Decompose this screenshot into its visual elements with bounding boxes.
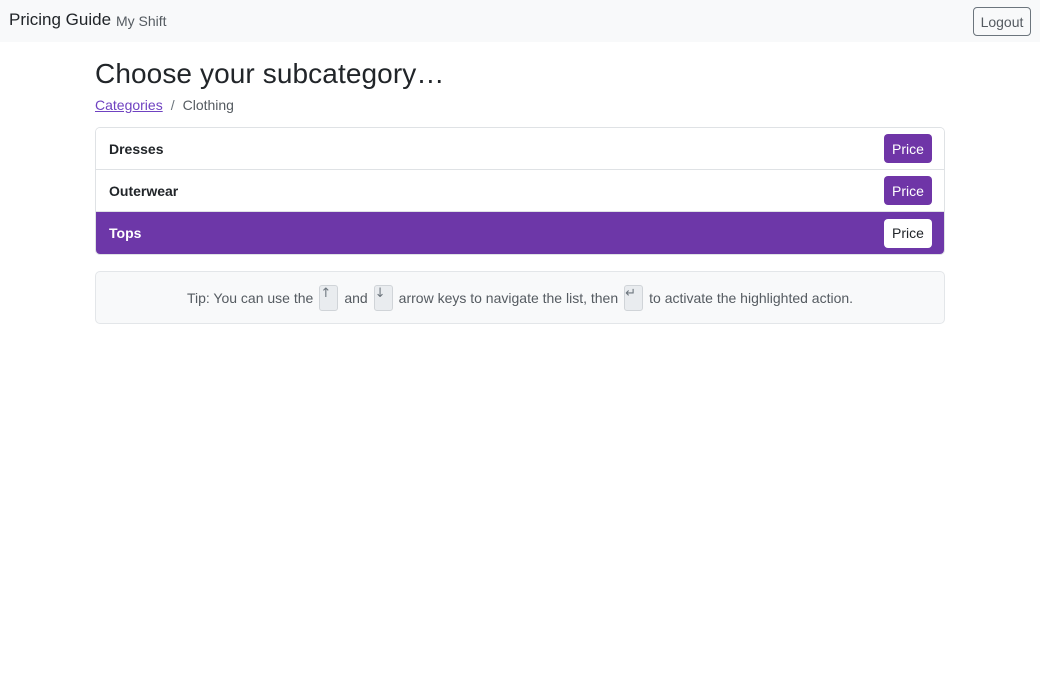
price-button-outerwear[interactable]: Price bbox=[884, 176, 932, 205]
keyboard-tip: Tip: You can use the ↑ and ↓ arrow keys … bbox=[95, 271, 945, 324]
list-item-label: Dresses bbox=[109, 140, 164, 157]
subcategory-list: Dresses Price Outerwear Price Tops Price bbox=[95, 127, 945, 255]
list-item-label: Outerwear bbox=[109, 182, 179, 199]
list-item-tops[interactable]: Tops Price bbox=[96, 212, 944, 254]
breadcrumb-separator: / bbox=[170, 97, 175, 113]
price-button-tops[interactable]: Price bbox=[884, 218, 932, 248]
arrow-down-key-icon: ↓ bbox=[373, 284, 393, 311]
brand-title[interactable]: Pricing Guide bbox=[9, 10, 111, 30]
arrow-up-key-icon: ↑ bbox=[319, 284, 339, 311]
price-button-dresses[interactable]: Price bbox=[884, 134, 932, 163]
breadcrumb-current: Clothing bbox=[182, 97, 234, 113]
logout-button[interactable]: Logout bbox=[973, 7, 1031, 36]
top-navbar: Pricing Guide My Shift Logout bbox=[0, 0, 1040, 42]
list-item-label: Tops bbox=[109, 225, 142, 241]
tip-text-2: and bbox=[344, 289, 368, 306]
list-item-dresses[interactable]: Dresses Price bbox=[96, 128, 944, 170]
nav-link-my-shift[interactable]: My Shift bbox=[116, 13, 167, 29]
breadcrumb-link-categories[interactable]: Categories bbox=[95, 97, 163, 113]
tip-text-4: to activate the highlighted action. bbox=[649, 289, 854, 306]
tip-text-3: arrow keys to navigate the list, then bbox=[398, 289, 619, 306]
tip-text-1: Tip: You can use the bbox=[186, 289, 314, 306]
enter-key-icon: ↵ bbox=[624, 284, 644, 311]
breadcrumb: Categories / Clothing bbox=[95, 97, 234, 113]
list-item-outerwear[interactable]: Outerwear Price bbox=[96, 170, 944, 212]
page-title: Choose your subcategory… bbox=[95, 58, 445, 89]
